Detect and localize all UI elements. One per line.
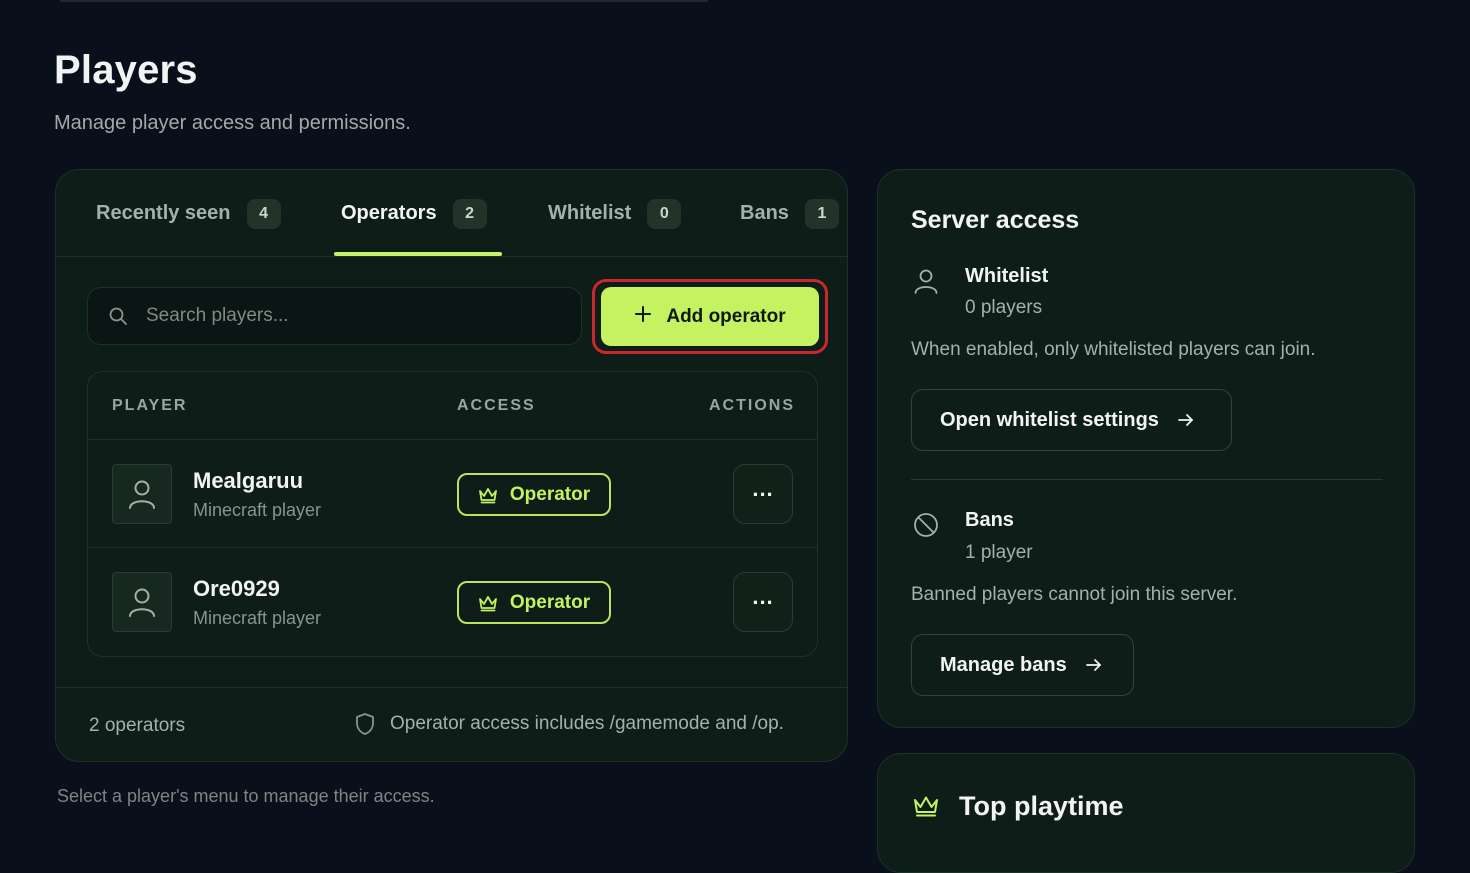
bans-count: 1 player [965, 542, 1033, 563]
add-operator-button[interactable]: Add operator [601, 287, 819, 346]
arrow-right-icon [1178, 414, 1193, 426]
avatar [112, 572, 172, 632]
operator-badge: Operator [457, 581, 611, 624]
bans-title: Bans [965, 509, 1014, 531]
helper-hint: Select a player's menu to manage their a… [57, 786, 435, 806]
tab-label: Whitelist [548, 202, 632, 224]
table-header: PLAYER ACCESS ACTIONS [88, 372, 817, 440]
tab-label: Recently seen [96, 202, 231, 224]
section-divider [911, 479, 1383, 480]
search-input[interactable] [146, 305, 546, 327]
operator-badge: Operator [457, 473, 611, 516]
tab-count-badge: 2 [452, 198, 487, 229]
badge-label: Operator [509, 591, 591, 613]
players-card: Recently seen 4 Operators 2 Whitelist 0 … [55, 169, 848, 762]
server-access-card: Server access Whitelist 0 players When e… [877, 169, 1415, 728]
ban-icon [912, 511, 940, 539]
tab-count-badge: 1 [804, 198, 839, 229]
shield-icon [356, 713, 374, 735]
top-playtime-title: Top playtime [959, 791, 1124, 821]
tab-bar: Recently seen 4 Operators 2 Whitelist 0 … [56, 170, 847, 257]
tab-bans[interactable]: Bans 1 [740, 170, 839, 257]
add-operator-label: Add operator [666, 305, 786, 327]
tab-recently-seen[interactable]: Recently seen 4 [96, 170, 281, 257]
search-icon [108, 305, 130, 327]
player-name: Ore0929 [193, 576, 280, 601]
button-label: Open whitelist settings [940, 408, 1159, 431]
active-tab-indicator [334, 252, 502, 256]
player-subtitle: Minecraft player [193, 500, 322, 520]
plus-icon [634, 305, 652, 329]
more-icon: ... [752, 584, 774, 609]
user-icon [129, 480, 155, 509]
tab-whitelist[interactable]: Whitelist 0 [548, 170, 682, 257]
bans-description: Banned players cannot join this server. [911, 584, 1238, 605]
user-icon [129, 588, 155, 617]
whitelist-description: When enabled, only whitelisted players c… [911, 339, 1316, 360]
player-name: Mealgaruu [193, 468, 304, 493]
tab-label: Bans [740, 202, 789, 224]
tab-label: Operators [341, 202, 437, 224]
footer-note-text: Operator access includes /gamemode and /… [390, 713, 784, 734]
server-access-title: Server access [911, 206, 1080, 234]
badge-label: Operator [509, 483, 591, 505]
operators-table: PLAYER ACCESS ACTIONS Mealgaruu Minecraf… [87, 371, 818, 657]
table-row: Ore0929 Minecraft player Operator ... [88, 548, 817, 656]
whitelist-title: Whitelist [965, 265, 1049, 287]
page-title: Players [54, 48, 198, 92]
search-box [87, 287, 582, 345]
tab-count-badge: 0 [647, 198, 682, 229]
avatar [112, 464, 172, 524]
arrow-right-icon [1085, 659, 1101, 671]
player-menu-button[interactable]: ... [733, 572, 793, 632]
manage-bans-button[interactable]: Manage bans [911, 634, 1134, 696]
button-label: Manage bans [940, 653, 1067, 676]
player-subtitle: Minecraft player [193, 608, 322, 628]
page-subtitle: Manage player access and permissions. [54, 112, 411, 134]
crown-icon [478, 595, 497, 611]
top-playtime-card: Top playtime [877, 753, 1415, 873]
column-header-actions: ACTIONS [709, 397, 795, 414]
more-icon: ... [752, 476, 774, 501]
column-header-access: ACCESS [457, 397, 536, 414]
open-whitelist-settings-button[interactable]: Open whitelist settings [911, 389, 1232, 451]
crown-icon [913, 794, 939, 823]
user-icon [912, 267, 940, 295]
operator-count: 2 operators [89, 715, 186, 736]
top-scroll-edge [60, 0, 708, 2]
tab-operators[interactable]: Operators 2 [341, 170, 487, 257]
whitelist-count: 0 players [965, 297, 1043, 318]
tab-count-badge: 4 [246, 198, 281, 229]
player-menu-button[interactable]: ... [733, 464, 793, 524]
column-header-player: PLAYER [112, 397, 188, 414]
footer-note: Operator access includes /gamemode and /… [354, 712, 784, 736]
table-row: Mealgaruu Minecraft player Operator ... [88, 440, 817, 548]
crown-icon [478, 487, 497, 503]
card-footer: 2 operators Operator access includes /ga… [56, 687, 847, 761]
